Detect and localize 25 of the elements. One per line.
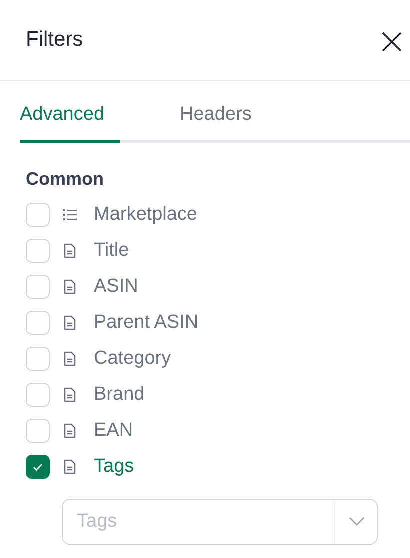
filter-label: Category (94, 348, 172, 370)
filter-label: Brand (94, 384, 145, 406)
filter-label: Parent ASIN (94, 312, 199, 334)
document-icon (62, 315, 78, 331)
document-icon (62, 387, 78, 403)
document-icon (62, 423, 78, 439)
document-icon (62, 351, 78, 367)
checkbox[interactable] (26, 455, 50, 479)
document-icon (62, 279, 78, 295)
document-icon (62, 243, 78, 259)
filter-label: EAN (94, 420, 134, 442)
panel-title: Filters (26, 28, 84, 52)
filter-label: ASIN (94, 276, 138, 298)
document-icon (62, 459, 78, 475)
filter-label: Title (94, 240, 130, 262)
filter-label: Tags (94, 456, 134, 478)
tab[interactable]: Advanced (20, 104, 120, 143)
tags-select[interactable]: Tags (62, 499, 378, 545)
tab[interactable]: Headers (180, 104, 252, 143)
filter-label: Marketplace (94, 204, 198, 226)
input-field[interactable]: Tags (63, 511, 334, 533)
list-icon (62, 207, 78, 223)
close-icon[interactable] (382, 32, 402, 52)
chevron-down-icon[interactable] (349, 517, 365, 527)
section-title: Common (26, 169, 105, 190)
